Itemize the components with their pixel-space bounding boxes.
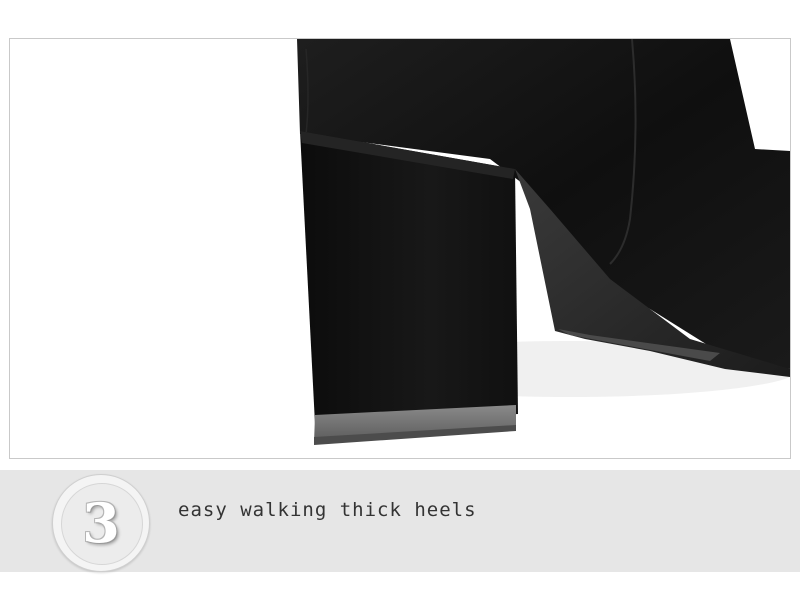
boot-heel-photo xyxy=(9,38,791,459)
feature-caption: easy walking thick heels xyxy=(178,499,477,521)
product-feature-section: 3 easy walking thick heels xyxy=(0,0,800,614)
step-number: 3 xyxy=(82,491,120,555)
step-number-badge: 3 xyxy=(52,474,150,572)
boot-illustration xyxy=(297,39,790,445)
block-heel xyxy=(300,131,518,424)
